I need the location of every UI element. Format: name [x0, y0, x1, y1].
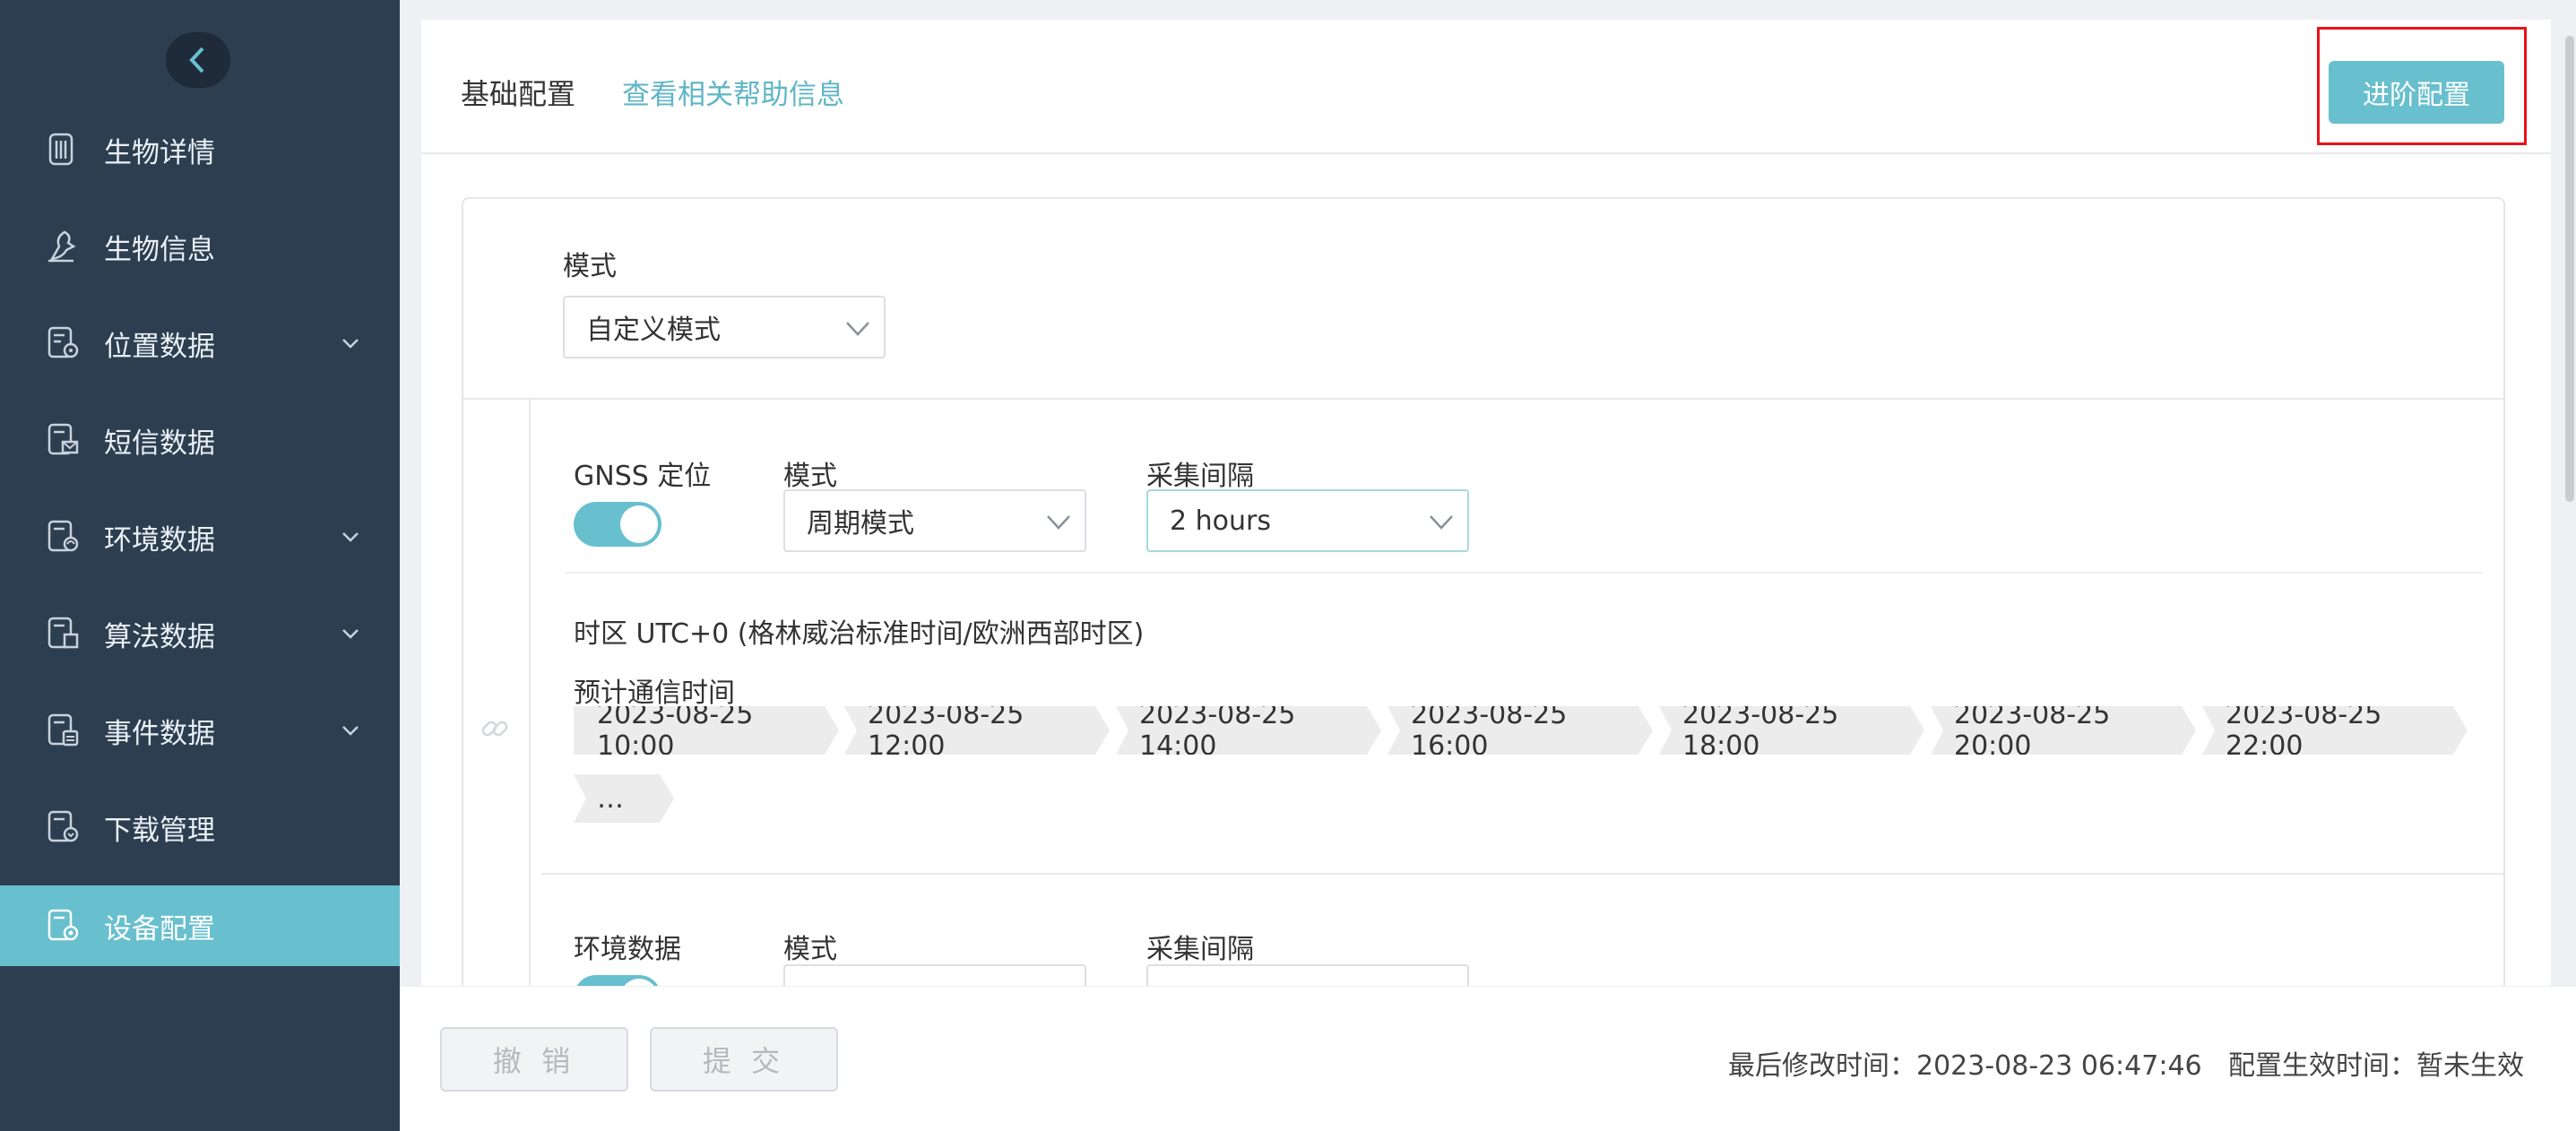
link-icon: [481, 721, 508, 737]
bird-icon: [48, 230, 76, 263]
gnss-mode-value: 周期模式: [807, 508, 914, 540]
gnss-mode-label: 模式: [783, 461, 837, 492]
forecast-time-chip: 2023-08-25 22:00: [2202, 706, 2468, 755]
sidebar-item-label: 位置数据: [104, 330, 215, 363]
env-label: 环境数据: [574, 934, 681, 965]
advanced-config-button[interactable]: 进阶配置: [2329, 61, 2504, 124]
chevron-down-icon: [1047, 515, 1070, 530]
sidebar-item-sms-data[interactable]: 短信数据: [0, 400, 400, 480]
chevron-down-icon: [342, 532, 359, 542]
collapse-sidebar-button[interactable]: [166, 32, 230, 88]
device-config-icon: [48, 909, 79, 941]
mode-select-value: 自定义模式: [586, 315, 721, 346]
sidebar-item-label: 短信数据: [104, 427, 215, 460]
sidebar-item-label: 事件数据: [104, 717, 215, 750]
location-document-icon: [48, 326, 79, 358]
message-document-icon: [48, 423, 79, 455]
forecast-time-chip: 2023-08-25 20:00: [1931, 706, 2196, 755]
gnss-interval-select[interactable]: 2 hours: [1146, 489, 1469, 552]
last-modified-text: 最后修改时间：2023-08-23 06:47:46: [1728, 1050, 2202, 1082]
effective-time-text: 配置生效时间：暂未生效: [2228, 1050, 2524, 1082]
mode-label: 模式: [563, 251, 617, 282]
event-document-icon: [48, 713, 79, 747]
sidebar-item-device-config[interactable]: 设备配置: [0, 885, 400, 966]
forecast-time-chip: 2023-08-25 14:00: [1116, 706, 1381, 755]
scrollbar-thumb[interactable]: [2565, 36, 2574, 502]
document-stack-icon: [48, 133, 73, 166]
sidebar-item-download-management[interactable]: 下载管理: [0, 787, 400, 868]
forecast-label: 预计通信时间: [574, 678, 735, 709]
forecast-time-chip: 2023-08-25 18:00: [1659, 706, 1924, 755]
divider: [565, 572, 2483, 574]
gnss-interval-value: 2 hours: [1170, 505, 1271, 537]
sidebar-item-label: 设备配置: [104, 912, 215, 945]
submit-button[interactable]: 提 交: [650, 1027, 838, 1092]
toggle-knob: [620, 505, 658, 543]
chevron-down-icon: [1430, 515, 1453, 530]
sidebar-item-label: 生物信息: [104, 233, 215, 266]
help-link[interactable]: 查看相关帮助信息: [622, 72, 844, 112]
sidebar-item-event-data[interactable]: 事件数据: [0, 690, 400, 771]
sidebar: 生物详情 生物信息 位置数据 短信数据 环境数据 算法数据 事件数据 下载管理 …: [0, 0, 400, 1131]
environment-document-icon: [48, 520, 79, 552]
chevron-down-icon: [342, 629, 359, 639]
gnss-mode-select[interactable]: 周期模式: [783, 489, 1086, 552]
gnss-interval-label: 采集间隔: [1146, 461, 1254, 492]
chevron-down-icon: [342, 726, 359, 736]
sidebar-item-label: 生物详情: [104, 136, 215, 169]
gnss-label: GNSS 定位: [574, 461, 712, 492]
divider: [463, 398, 2503, 400]
forecast-time-chip: 2023-08-25 16:00: [1387, 706, 1653, 755]
forecast-time-chip: 2023-08-25 12:00: [844, 706, 1110, 755]
env-interval-label: 采集间隔: [1146, 934, 1254, 965]
download-document-icon: [48, 810, 79, 842]
forecast-time-chip: 2023-08-25 10:00: [574, 706, 839, 755]
env-mode-label: 模式: [783, 934, 837, 965]
gnss-toggle[interactable]: [574, 502, 661, 547]
page-title: 基础配置: [461, 77, 576, 111]
sidebar-item-bio-info[interactable]: 生物信息: [0, 206, 400, 287]
cancel-button[interactable]: 撤 销: [440, 1027, 628, 1092]
more-times-chip[interactable]: …: [574, 774, 674, 823]
algorithm-document-icon: [48, 617, 79, 649]
timezone-text: 时区 UTC+0 (格林威治标准时间/欧洲西部时区): [574, 618, 1145, 650]
group-divider: [529, 400, 531, 1004]
divider: [541, 873, 2504, 875]
chevron-left-icon: [189, 47, 204, 73]
sidebar-item-location-data[interactable]: 位置数据: [0, 303, 400, 384]
sidebar-item-bio-details[interactable]: 生物详情: [0, 109, 400, 190]
sidebar-item-label: 环境数据: [104, 523, 215, 557]
mode-select[interactable]: 自定义模式: [563, 296, 886, 358]
sidebar-item-label: 算法数据: [104, 620, 215, 653]
sidebar-item-label: 下载管理: [104, 814, 215, 847]
chevron-down-icon: [846, 322, 869, 336]
sidebar-item-algorithm-data[interactable]: 算法数据: [0, 593, 400, 674]
chevron-down-icon: [342, 339, 359, 349]
sidebar-item-env-data[interactable]: 环境数据: [0, 496, 400, 577]
